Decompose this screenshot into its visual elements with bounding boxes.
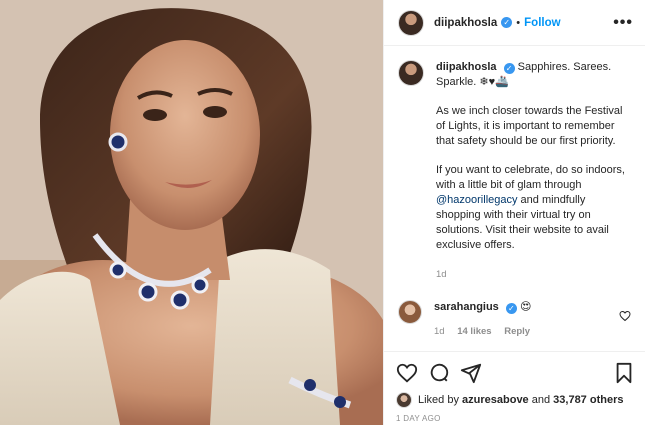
comment-icon[interactable] xyxy=(428,362,450,384)
liker-username[interactable]: azuresabove xyxy=(462,394,529,406)
post-actions: Liked by azuresabove and 33,787 others 1… xyxy=(384,351,645,423)
caption-username[interactable]: diipakhosla xyxy=(436,61,497,73)
comments-section[interactable]: diipakhosla ✓ Sapphires. Sarees. Sparkle… xyxy=(384,46,645,338)
bookmark-icon[interactable] xyxy=(614,362,634,384)
header-separator: • xyxy=(516,16,521,29)
more-options-icon[interactable]: ••• xyxy=(613,14,633,32)
author-username[interactable]: diipakhosla xyxy=(434,17,497,29)
comment-meta: 1d 14 likes Reply xyxy=(434,326,604,337)
heart-icon[interactable] xyxy=(396,362,418,384)
likes-middle: and xyxy=(528,394,554,406)
post-header: diipakhosla ✓ • Follow ••• xyxy=(384,0,645,46)
verified-badge-icon: ✓ xyxy=(503,63,515,74)
caption-text: diipakhosla ✓ Sapphires. Sarees. Sparkle… xyxy=(436,60,631,282)
caption-paragraph-2: If you want to celebrate, do so indoors,… xyxy=(436,163,631,253)
mention-link[interactable]: @hazoorillegacy xyxy=(436,194,518,206)
verified-badge-icon: ✓ xyxy=(505,303,517,314)
likes-summary: Liked by azuresabove and 33,787 others xyxy=(396,392,634,408)
reply-button[interactable]: Reply xyxy=(504,326,530,337)
caption-paragraph-1: As we inch closer towards the Festival o… xyxy=(436,105,623,147)
caption-age: 1d xyxy=(436,269,447,280)
likes-prefix: Liked by xyxy=(418,394,463,406)
portrait-image xyxy=(0,0,383,425)
comment-line: sarahangius ✓ 😍 xyxy=(434,300,604,314)
comment-heart-icon[interactable] xyxy=(619,310,631,322)
commenter-username[interactable]: sarahangius xyxy=(434,301,499,313)
comment-body: sarahangius ✓ 😍 1d 14 likes Reply xyxy=(434,300,604,337)
action-icons xyxy=(396,360,634,386)
author-avatar[interactable] xyxy=(398,9,424,36)
share-icon[interactable] xyxy=(460,362,482,384)
follow-button[interactable]: Follow xyxy=(524,17,560,29)
likes-text: Liked by azuresabove and 33,787 others xyxy=(418,394,623,406)
commenter-avatar[interactable] xyxy=(398,300,422,324)
likes-count[interactable]: 33,787 others xyxy=(553,394,623,406)
caption-avatar[interactable] xyxy=(398,60,424,86)
liker-avatar[interactable] xyxy=(396,392,412,408)
post-photo[interactable] xyxy=(0,0,383,425)
post-details-panel: diipakhosla ✓ • Follow ••• diipakhosla ✓… xyxy=(383,0,645,425)
post-dialog: diipakhosla ✓ • Follow ••• diipakhosla ✓… xyxy=(0,0,645,425)
comment-likes[interactable]: 14 likes xyxy=(457,326,491,337)
comment-text: 😍 xyxy=(519,301,532,313)
comment-age: 1d xyxy=(434,326,445,337)
caption-paragraph-2-start: If you want to celebrate, do so indoors,… xyxy=(436,164,625,191)
post-date[interactable]: 1 DAY AGO xyxy=(396,414,634,423)
verified-badge-icon: ✓ xyxy=(501,17,513,28)
comment-item: sarahangius ✓ 😍 1d 14 likes Reply xyxy=(398,300,631,337)
post-caption: diipakhosla ✓ Sapphires. Sarees. Sparkle… xyxy=(398,60,631,282)
